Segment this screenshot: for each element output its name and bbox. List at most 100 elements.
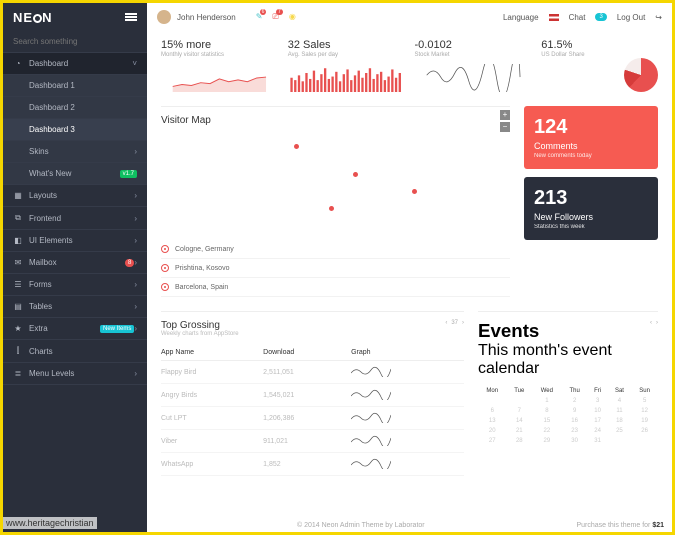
nav-icon: ⧉ bbox=[13, 213, 23, 223]
table-row[interactable]: Flappy Bird2,511,051 bbox=[161, 361, 464, 384]
calendar-day[interactable]: 28 bbox=[506, 436, 532, 446]
map-zoom-out[interactable]: − bbox=[500, 122, 510, 132]
nav-label: Dashboard bbox=[29, 59, 132, 68]
sidebar-item[interactable]: ▦Layouts› bbox=[3, 185, 147, 207]
sidebar-item[interactable]: Dashboard 2 bbox=[3, 97, 147, 119]
calendar-day[interactable]: 22 bbox=[532, 426, 561, 436]
nav-label: What's New bbox=[29, 169, 120, 178]
sidebar-item[interactable]: ◔Dashboard˅ bbox=[3, 53, 147, 75]
calendar-day[interactable]: 21 bbox=[506, 426, 532, 436]
calendar-day[interactable]: 24 bbox=[588, 426, 608, 436]
nav-badge: v1.7 bbox=[120, 170, 137, 178]
calendar-day[interactable]: 13 bbox=[478, 416, 506, 426]
sparkline-bars bbox=[288, 64, 405, 92]
calendar[interactable]: MonTueWedThuFriSatSun1234567891011121314… bbox=[478, 386, 658, 446]
map-marker[interactable] bbox=[353, 172, 358, 177]
map-marker[interactable] bbox=[294, 144, 299, 149]
pager-prev[interactable]: ‹ bbox=[445, 320, 447, 326]
calendar-day[interactable]: 2 bbox=[562, 396, 588, 406]
logout-link[interactable]: Log Out bbox=[617, 13, 645, 22]
grossing-table: App NameDownloadGraphFlappy Bird2,511,05… bbox=[161, 345, 464, 476]
calendar-day[interactable]: 4 bbox=[608, 396, 632, 406]
calendar-day[interactable]: 12 bbox=[631, 406, 658, 416]
flag-icon[interactable] bbox=[549, 14, 559, 21]
followers-card[interactable]: 213 New Followers Statistics this week bbox=[524, 177, 658, 240]
table-row[interactable]: Cut LPT1,206,386 bbox=[161, 407, 464, 430]
hamburger-icon[interactable] bbox=[125, 13, 137, 21]
calendar-day[interactable]: 11 bbox=[608, 406, 632, 416]
table-row[interactable]: WhatsApp1,852 bbox=[161, 453, 464, 476]
location-item[interactable]: Prishtina, Kosovo bbox=[161, 259, 510, 278]
events-prev[interactable]: ‹ bbox=[650, 320, 652, 326]
calendar-day[interactable]: 18 bbox=[608, 416, 632, 426]
sidebar-item[interactable]: Dashboard 3 bbox=[3, 119, 147, 141]
table-row[interactable]: Angry Birds1,545,021 bbox=[161, 384, 464, 407]
nav-badge: New Items bbox=[100, 325, 134, 333]
calendar-day[interactable]: 8 bbox=[532, 406, 561, 416]
nav-label: Dashboard 2 bbox=[29, 103, 137, 112]
logout-icon[interactable]: ↪ bbox=[655, 13, 662, 22]
note-icon[interactable]: ◉ bbox=[289, 12, 296, 22]
calendar-day[interactable]: 26 bbox=[631, 426, 658, 436]
calendar-day[interactable]: 20 bbox=[478, 426, 506, 436]
calendar-day[interactable]: 27 bbox=[478, 436, 506, 446]
sidebar-item[interactable]: ⫿Charts bbox=[3, 340, 147, 363]
sidebar-item[interactable]: Skins› bbox=[3, 141, 147, 163]
sidebar-item[interactable]: Dashboard 1 bbox=[3, 75, 147, 97]
pager-page: 37 bbox=[451, 320, 458, 326]
calendar-day[interactable]: 19 bbox=[631, 416, 658, 426]
chevron-icon: › bbox=[134, 191, 137, 200]
pin-icon bbox=[161, 245, 169, 253]
calendar-day[interactable]: 1 bbox=[532, 396, 561, 406]
language-label[interactable]: Language bbox=[503, 13, 539, 22]
chat-label[interactable]: Chat bbox=[569, 13, 586, 22]
map-zoom-in[interactable]: + bbox=[500, 110, 510, 120]
stat-stock: -0.0102 Stock Market bbox=[415, 39, 532, 92]
location-item[interactable]: Barcelona, Spain bbox=[161, 278, 510, 297]
chevron-icon: › bbox=[134, 324, 137, 333]
sidebar-item[interactable]: ≣Menu Levels› bbox=[3, 363, 147, 385]
sidebar-item[interactable]: ◧UI Elements› bbox=[3, 230, 147, 252]
footer-right[interactable]: Purchase this theme for $21 bbox=[576, 522, 664, 529]
calendar-day[interactable]: 6 bbox=[478, 406, 506, 416]
calendar-day[interactable]: 23 bbox=[562, 426, 588, 436]
location-item[interactable]: Cologne, Germany bbox=[161, 240, 510, 259]
chevron-icon: › bbox=[134, 369, 137, 378]
nav-icon: ◔ bbox=[13, 59, 23, 68]
messages-icon[interactable]: ✎6 bbox=[256, 12, 263, 22]
map-area[interactable]: + − bbox=[161, 134, 510, 234]
calendar-day[interactable]: 16 bbox=[562, 416, 588, 426]
calendar-day[interactable]: 30 bbox=[562, 436, 588, 446]
calendar-day[interactable]: 7 bbox=[506, 406, 532, 416]
calendar-day[interactable]: 17 bbox=[588, 416, 608, 426]
comments-card[interactable]: 124 Comments New comments today bbox=[524, 106, 658, 169]
calendar-day[interactable]: 15 bbox=[532, 416, 561, 426]
pager-next[interactable]: › bbox=[462, 320, 464, 326]
map-marker[interactable] bbox=[412, 189, 417, 194]
calendar-day[interactable]: 9 bbox=[562, 406, 588, 416]
nav-label: Dashboard 1 bbox=[29, 81, 137, 90]
calendar-day[interactable]: 10 bbox=[588, 406, 608, 416]
sidebar-item[interactable]: ⧉Frontend› bbox=[3, 207, 147, 230]
sidebar-search[interactable] bbox=[3, 31, 147, 53]
sidebar-item[interactable]: ☰Forms› bbox=[3, 274, 147, 296]
sidebar-item[interactable]: ★ExtraNew Items› bbox=[3, 318, 147, 340]
table-row[interactable]: Viber911,021 bbox=[161, 430, 464, 453]
calendar-day[interactable]: 29 bbox=[532, 436, 561, 446]
sidebar-item[interactable]: What's Newv1.7 bbox=[3, 163, 147, 185]
events-next[interactable]: › bbox=[656, 320, 658, 326]
sidebar-item[interactable]: ▤Tables› bbox=[3, 296, 147, 318]
calendar-day[interactable]: 14 bbox=[506, 416, 532, 426]
map-marker[interactable] bbox=[329, 206, 334, 211]
stat-sales: 32 Sales Avg. Sales per day bbox=[288, 39, 405, 92]
calendar-day[interactable]: 3 bbox=[588, 396, 608, 406]
visitor-title: Visitor Map bbox=[161, 115, 510, 126]
search-input[interactable] bbox=[13, 37, 137, 46]
avatar[interactable] bbox=[157, 10, 171, 24]
user-name[interactable]: John Henderson bbox=[177, 13, 236, 22]
calendar-day[interactable]: 25 bbox=[608, 426, 632, 436]
calendar-day[interactable]: 31 bbox=[588, 436, 608, 446]
calendar-day[interactable]: 5 bbox=[631, 396, 658, 406]
tasks-icon[interactable]: ⎚7 bbox=[272, 12, 278, 22]
sidebar-item[interactable]: ✉Mailbox8› bbox=[3, 252, 147, 274]
